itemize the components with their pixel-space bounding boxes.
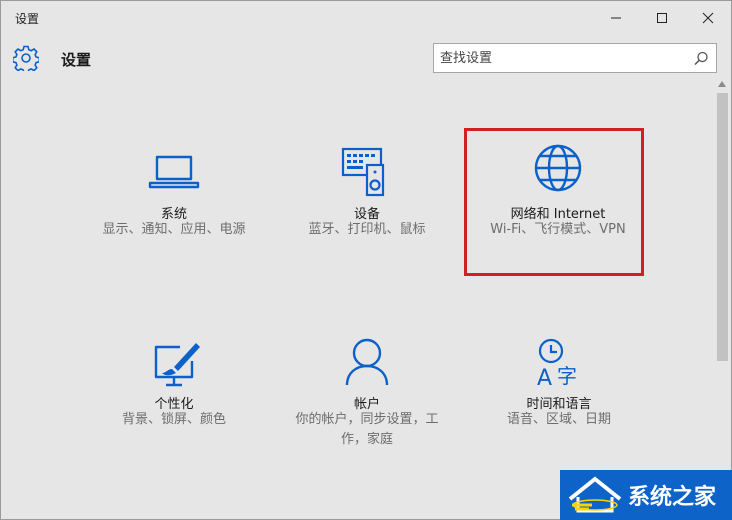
tile-devices[interactable]: 设备 蓝牙、打印机、鼠标 (272, 147, 462, 287)
svg-text:A: A (537, 366, 552, 391)
time-language-icon: A 字 (537, 338, 577, 391)
laptop-icon (148, 155, 200, 189)
tile-accounts-desc: 你的帐户，同步设置，工作，家庭 (295, 412, 439, 447)
page-title: 设置 (61, 51, 92, 69)
tile-accounts[interactable]: 帐户 你的帐户，同步设置，工作，家庭 (272, 335, 462, 475)
scroll-up-arrow-icon[interactable] (718, 81, 726, 87)
maximize-icon (657, 13, 667, 23)
svg-text:字: 字 (557, 364, 577, 388)
minimize-icon (611, 17, 621, 19)
paintbrush-screen-icon (154, 343, 200, 387)
tile-personalization-desc: 背景、锁屏、颜色 (121, 412, 226, 427)
minimize-button[interactable] (593, 1, 639, 35)
tile-devices-desc: 蓝牙、打印机、鼠标 (308, 222, 426, 237)
search-input[interactable] (440, 48, 680, 68)
watermark-text: 系统之家 (628, 485, 717, 510)
tile-system-desc: 显示、通知、应用、电源 (102, 222, 246, 237)
house-logo-icon (568, 476, 622, 513)
person-icon (345, 338, 389, 386)
keyboard-speaker-icon (341, 147, 385, 197)
close-button[interactable] (685, 1, 731, 35)
gear-icon (13, 45, 39, 71)
tile-time-language-desc: 语音、区域、日期 (506, 412, 611, 427)
close-icon (702, 12, 714, 24)
title-bar: 设置 (1, 1, 731, 35)
watermark: 系统之家 (560, 470, 732, 520)
search-box[interactable] (433, 43, 717, 73)
window-title: 设置 (15, 12, 40, 26)
settings-window: 设置 设置 系统 (0, 0, 732, 520)
tile-time-language[interactable]: A 字 时间和语言 语音、区域、日期 (464, 337, 654, 477)
maximize-button[interactable] (639, 1, 685, 35)
highlight-box (464, 128, 644, 276)
tile-personalization[interactable]: 个性化 背景、锁屏、颜色 (79, 341, 269, 481)
tile-system[interactable]: 系统 显示、通知、应用、电源 (79, 147, 269, 287)
search-icon[interactable] (692, 50, 710, 68)
scrollbar-thumb[interactable] (717, 93, 728, 361)
